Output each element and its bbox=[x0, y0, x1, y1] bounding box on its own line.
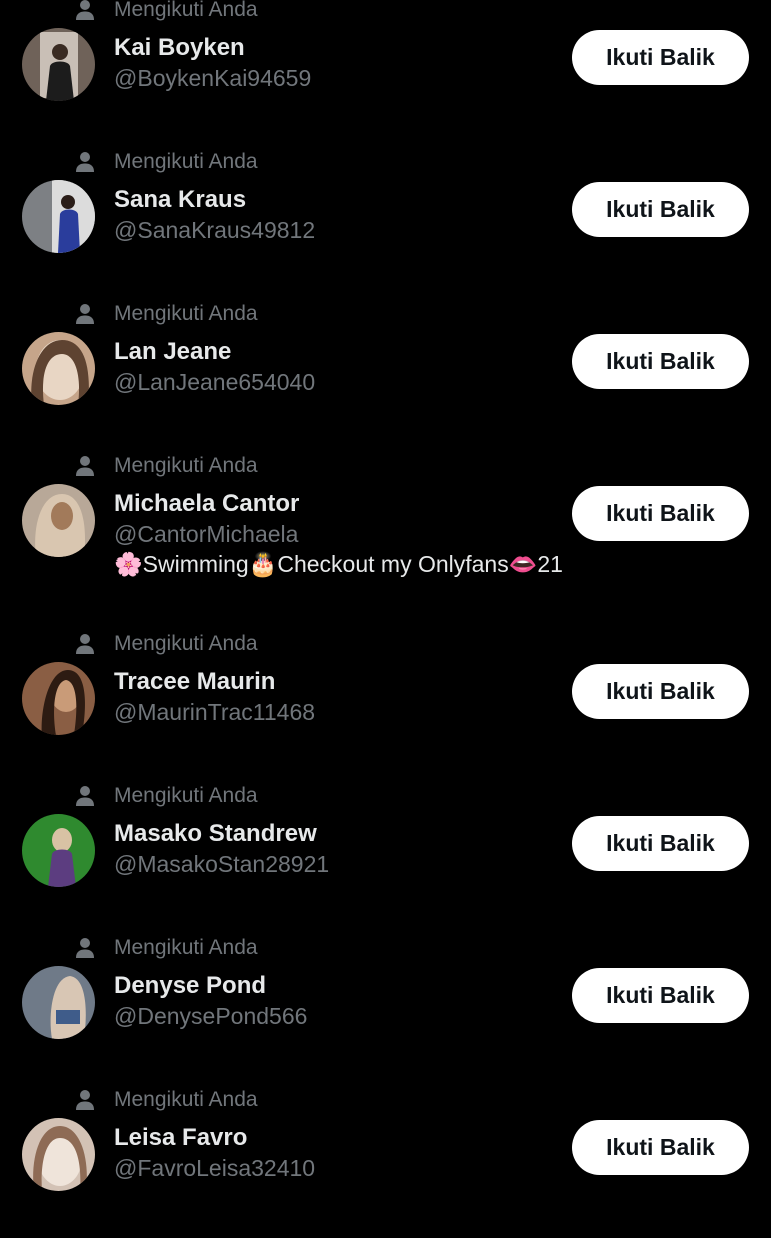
follows-you-indicator: Mengikuti Anda bbox=[74, 0, 258, 22]
person-icon bbox=[74, 0, 96, 21]
avatar-figure bbox=[58, 209, 80, 253]
follows-you-label: Mengikuti Anda bbox=[114, 784, 258, 807]
follows-you-label: Mengikuti Anda bbox=[114, 454, 258, 477]
avatar-light-area bbox=[52, 828, 72, 852]
avatar[interactable] bbox=[22, 814, 95, 887]
follower-entry[interactable]: Mengikuti Anda Lan Jeane @LanJeane654040… bbox=[0, 302, 771, 452]
follow-back-button[interactable]: Ikuti Balik bbox=[572, 1120, 749, 1175]
username-handle[interactable]: @LanJeane654040 bbox=[114, 369, 315, 396]
follow-back-button[interactable]: Ikuti Balik bbox=[572, 816, 749, 871]
follow-back-button[interactable]: Ikuti Balik bbox=[572, 182, 749, 237]
person-icon bbox=[74, 303, 96, 325]
display-name[interactable]: Lan Jeane bbox=[114, 338, 231, 366]
follows-you-indicator: Mengikuti Anda bbox=[74, 150, 258, 174]
avatar[interactable] bbox=[22, 662, 95, 735]
username-handle[interactable]: @DenysePond566 bbox=[114, 1003, 307, 1030]
follows-you-indicator: Mengikuti Anda bbox=[74, 784, 258, 808]
follow-back-button[interactable]: Ikuti Balik bbox=[572, 968, 749, 1023]
follows-you-indicator: Mengikuti Anda bbox=[74, 1088, 258, 1112]
follower-entry[interactable]: Mengikuti Anda Tracee Maurin @MaurinTrac… bbox=[0, 632, 771, 782]
follows-you-indicator: Mengikuti Anda bbox=[74, 454, 258, 478]
avatar-figure bbox=[48, 849, 76, 887]
username-handle[interactable]: @BoykenKai94659 bbox=[114, 65, 311, 92]
person-icon bbox=[74, 151, 96, 173]
username-handle[interactable]: @SanaKraus49812 bbox=[114, 217, 315, 244]
username-handle[interactable]: @MasakoStan28921 bbox=[114, 851, 329, 878]
follows-you-indicator: Mengikuti Anda bbox=[74, 632, 258, 656]
username-handle[interactable]: @CantorMichaela bbox=[114, 521, 298, 548]
follower-entry[interactable]: Mengikuti Anda Michaela Cantor @CantorMi… bbox=[0, 454, 771, 604]
avatar-figure bbox=[51, 502, 73, 530]
display-name[interactable]: Denyse Pond bbox=[114, 972, 266, 1000]
follower-entry[interactable]: Mengikuti Anda Leisa Favro @FavroLeisa32… bbox=[0, 1088, 771, 1238]
display-name[interactable]: Michaela Cantor bbox=[114, 490, 299, 518]
avatar[interactable] bbox=[22, 332, 95, 405]
avatar-figure bbox=[56, 1010, 80, 1024]
person-icon bbox=[74, 937, 96, 959]
follows-you-label: Mengikuti Anda bbox=[114, 0, 258, 21]
person-icon bbox=[74, 1089, 96, 1111]
display-name[interactable]: Masako Standrew bbox=[114, 820, 317, 848]
avatar[interactable] bbox=[22, 484, 95, 557]
display-name[interactable]: Leisa Favro bbox=[114, 1124, 247, 1152]
follow-back-button[interactable]: Ikuti Balik bbox=[572, 664, 749, 719]
follows-you-indicator: Mengikuti Anda bbox=[74, 936, 258, 960]
person-icon bbox=[74, 633, 96, 655]
follower-entry[interactable]: Mengikuti Anda Kai Boyken @BoykenKai9465… bbox=[0, 0, 771, 148]
follow-back-button[interactable]: Ikuti Balik bbox=[572, 486, 749, 541]
person-icon bbox=[74, 455, 96, 477]
avatar-figure bbox=[46, 61, 74, 101]
display-name[interactable]: Sana Kraus bbox=[114, 186, 246, 214]
follower-entry[interactable]: Mengikuti Anda Denyse Pond @DenysePond56… bbox=[0, 936, 771, 1086]
follower-entry[interactable]: Mengikuti Anda Sana Kraus @SanaKraus4981… bbox=[0, 150, 771, 300]
follows-you-label: Mengikuti Anda bbox=[114, 632, 258, 655]
avatar[interactable] bbox=[22, 180, 95, 253]
profile-bio: 🌸Swimming🎂Checkout my Onlyfans👄21 bbox=[114, 551, 563, 577]
display-name[interactable]: Kai Boyken bbox=[114, 34, 245, 62]
avatar[interactable] bbox=[22, 28, 95, 101]
person-icon bbox=[74, 785, 96, 807]
avatar[interactable] bbox=[22, 1118, 95, 1191]
follows-you-indicator: Mengikuti Anda bbox=[74, 302, 258, 326]
follow-back-button[interactable]: Ikuti Balik bbox=[572, 334, 749, 389]
avatar[interactable] bbox=[22, 966, 95, 1039]
follow-back-button[interactable]: Ikuti Balik bbox=[572, 30, 749, 85]
follower-entry[interactable]: Mengikuti Anda Masako Standrew @MasakoSt… bbox=[0, 784, 771, 934]
follows-you-label: Mengikuti Anda bbox=[114, 936, 258, 959]
display-name[interactable]: Tracee Maurin bbox=[114, 668, 275, 696]
username-handle[interactable]: @FavroLeisa32410 bbox=[114, 1155, 315, 1182]
username-handle[interactable]: @MaurinTrac11468 bbox=[114, 699, 315, 726]
follows-you-label: Mengikuti Anda bbox=[114, 150, 258, 173]
follows-you-label: Mengikuti Anda bbox=[114, 1088, 258, 1111]
follows-you-label: Mengikuti Anda bbox=[114, 302, 258, 325]
